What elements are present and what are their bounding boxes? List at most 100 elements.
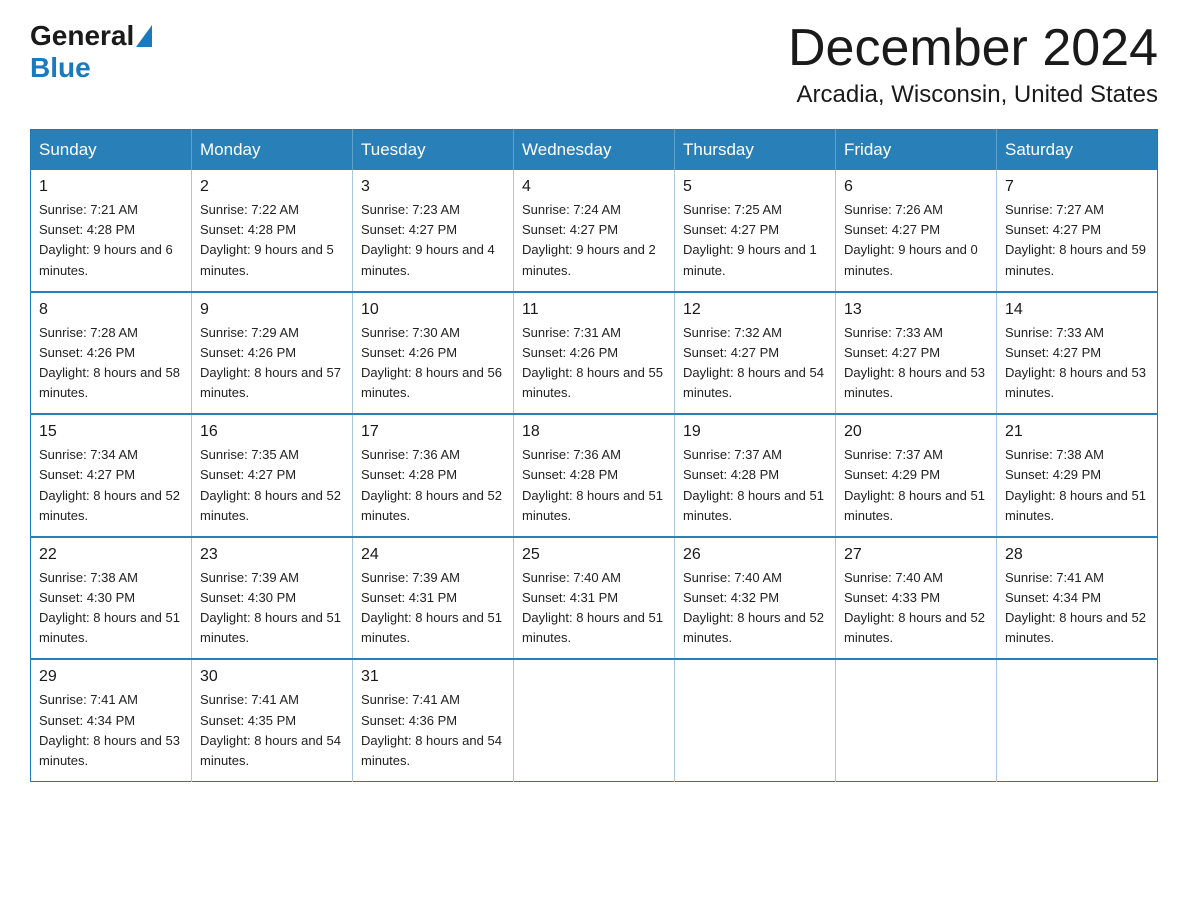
calendar-week-row: 1 Sunrise: 7:21 AMSunset: 4:28 PMDaylight…	[31, 170, 1158, 292]
calendar-body: 1 Sunrise: 7:21 AMSunset: 4:28 PMDaylight…	[31, 170, 1158, 781]
title-group: December 2024 Arcadia, Wisconsin, United…	[788, 20, 1158, 109]
calendar-day-cell: 6 Sunrise: 7:26 AMSunset: 4:27 PMDaylight…	[836, 170, 997, 292]
day-info: Sunrise: 7:22 AMSunset: 4:28 PMDaylight:…	[200, 200, 344, 281]
day-info: Sunrise: 7:24 AMSunset: 4:27 PMDaylight:…	[522, 200, 666, 281]
day-info: Sunrise: 7:36 AMSunset: 4:28 PMDaylight:…	[361, 445, 505, 526]
day-number: 23	[200, 546, 344, 564]
calendar-day-cell	[836, 659, 997, 781]
day-number: 14	[1005, 301, 1149, 319]
day-of-week-header: Tuesday	[353, 130, 514, 171]
day-info: Sunrise: 7:32 AMSunset: 4:27 PMDaylight:…	[683, 323, 827, 404]
calendar-day-cell: 18 Sunrise: 7:36 AMSunset: 4:28 PMDayligh…	[514, 414, 675, 537]
calendar-table: SundayMondayTuesdayWednesdayThursdayFrid…	[30, 129, 1158, 782]
header-row: SundayMondayTuesdayWednesdayThursdayFrid…	[31, 130, 1158, 171]
day-number: 28	[1005, 546, 1149, 564]
day-number: 19	[683, 423, 827, 441]
calendar-day-cell	[675, 659, 836, 781]
day-info: Sunrise: 7:37 AMSunset: 4:28 PMDaylight:…	[683, 445, 827, 526]
day-info: Sunrise: 7:39 AMSunset: 4:30 PMDaylight:…	[200, 568, 344, 649]
day-number: 25	[522, 546, 666, 564]
day-of-week-header: Wednesday	[514, 130, 675, 171]
day-of-week-header: Monday	[192, 130, 353, 171]
day-number: 29	[39, 668, 183, 686]
calendar-day-cell: 22Sunrise: 7:38 AMSunset: 4:30 PMDayligh…	[31, 537, 192, 660]
day-number: 11	[522, 301, 666, 319]
calendar-day-cell: 12 Sunrise: 7:32 AMSunset: 4:27 PMDayligh…	[675, 292, 836, 415]
calendar-day-cell: 24 Sunrise: 7:39 AMSunset: 4:31 PMDayligh…	[353, 537, 514, 660]
day-of-week-header: Sunday	[31, 130, 192, 171]
calendar-day-cell: 1 Sunrise: 7:21 AMSunset: 4:28 PMDaylight…	[31, 170, 192, 292]
day-info: Sunrise: 7:31 AMSunset: 4:26 PMDaylight:…	[522, 323, 666, 404]
day-number: 10	[361, 301, 505, 319]
calendar-day-cell: 17Sunrise: 7:36 AMSunset: 4:28 PMDayligh…	[353, 414, 514, 537]
calendar-day-cell: 28 Sunrise: 7:41 AMSunset: 4:34 PMDayligh…	[997, 537, 1158, 660]
calendar-day-cell: 9Sunrise: 7:29 AMSunset: 4:26 PMDaylight…	[192, 292, 353, 415]
day-number: 2	[200, 178, 344, 196]
day-info: Sunrise: 7:39 AMSunset: 4:31 PMDaylight:…	[361, 568, 505, 649]
logo-general-text: General	[30, 20, 134, 52]
day-of-week-header: Saturday	[997, 130, 1158, 171]
calendar-day-cell: 25 Sunrise: 7:40 AMSunset: 4:31 PMDayligh…	[514, 537, 675, 660]
day-info: Sunrise: 7:41 AMSunset: 4:35 PMDaylight:…	[200, 690, 344, 771]
day-of-week-header: Friday	[836, 130, 997, 171]
day-number: 21	[1005, 423, 1149, 441]
day-number: 6	[844, 178, 988, 196]
day-number: 20	[844, 423, 988, 441]
day-number: 5	[683, 178, 827, 196]
day-info: Sunrise: 7:36 AMSunset: 4:28 PMDaylight:…	[522, 445, 666, 526]
calendar-day-cell: 2 Sunrise: 7:22 AMSunset: 4:28 PMDaylight…	[192, 170, 353, 292]
day-info: Sunrise: 7:29 AMSunset: 4:26 PMDaylight:…	[200, 323, 344, 404]
day-number: 8	[39, 301, 183, 319]
day-info: Sunrise: 7:40 AMSunset: 4:32 PMDaylight:…	[683, 568, 827, 649]
calendar-day-cell: 31Sunrise: 7:41 AMSunset: 4:36 PMDayligh…	[353, 659, 514, 781]
day-info: Sunrise: 7:38 AMSunset: 4:29 PMDaylight:…	[1005, 445, 1149, 526]
day-number: 24	[361, 546, 505, 564]
calendar-day-cell	[997, 659, 1158, 781]
calendar-day-cell: 8 Sunrise: 7:28 AMSunset: 4:26 PMDaylight…	[31, 292, 192, 415]
day-info: Sunrise: 7:41 AMSunset: 4:36 PMDaylight:…	[361, 690, 505, 771]
day-number: 4	[522, 178, 666, 196]
calendar-day-cell: 11 Sunrise: 7:31 AMSunset: 4:26 PMDayligh…	[514, 292, 675, 415]
calendar-day-cell: 30 Sunrise: 7:41 AMSunset: 4:35 PMDayligh…	[192, 659, 353, 781]
day-info: Sunrise: 7:23 AMSunset: 4:27 PMDaylight:…	[361, 200, 505, 281]
calendar-day-cell: 10Sunrise: 7:30 AMSunset: 4:26 PMDayligh…	[353, 292, 514, 415]
day-number: 22	[39, 546, 183, 564]
calendar-day-cell: 26 Sunrise: 7:40 AMSunset: 4:32 PMDayligh…	[675, 537, 836, 660]
day-info: Sunrise: 7:26 AMSunset: 4:27 PMDaylight:…	[844, 200, 988, 281]
day-number: 12	[683, 301, 827, 319]
logo-blue-text: Blue	[30, 52, 152, 84]
day-info: Sunrise: 7:27 AMSunset: 4:27 PMDaylight:…	[1005, 200, 1149, 281]
day-number: 7	[1005, 178, 1149, 196]
day-of-week-header: Thursday	[675, 130, 836, 171]
day-number: 15	[39, 423, 183, 441]
day-info: Sunrise: 7:41 AMSunset: 4:34 PMDaylight:…	[39, 690, 183, 771]
day-number: 26	[683, 546, 827, 564]
calendar-day-cell: 15Sunrise: 7:34 AMSunset: 4:27 PMDayligh…	[31, 414, 192, 537]
calendar-header: SundayMondayTuesdayWednesdayThursdayFrid…	[31, 130, 1158, 171]
day-number: 1	[39, 178, 183, 196]
day-info: Sunrise: 7:37 AMSunset: 4:29 PMDaylight:…	[844, 445, 988, 526]
day-info: Sunrise: 7:21 AMSunset: 4:28 PMDaylight:…	[39, 200, 183, 281]
logo-triangle-icon	[136, 25, 152, 47]
calendar-day-cell: 4 Sunrise: 7:24 AMSunset: 4:27 PMDaylight…	[514, 170, 675, 292]
day-number: 30	[200, 668, 344, 686]
calendar-day-cell: 23 Sunrise: 7:39 AMSunset: 4:30 PMDayligh…	[192, 537, 353, 660]
day-info: Sunrise: 7:28 AMSunset: 4:26 PMDaylight:…	[39, 323, 183, 404]
day-info: Sunrise: 7:41 AMSunset: 4:34 PMDaylight:…	[1005, 568, 1149, 649]
day-info: Sunrise: 7:40 AMSunset: 4:31 PMDaylight:…	[522, 568, 666, 649]
calendar-day-cell: 13Sunrise: 7:33 AMSunset: 4:27 PMDayligh…	[836, 292, 997, 415]
calendar-day-cell: 21 Sunrise: 7:38 AMSunset: 4:29 PMDayligh…	[997, 414, 1158, 537]
calendar-day-cell: 16Sunrise: 7:35 AMSunset: 4:27 PMDayligh…	[192, 414, 353, 537]
calendar-day-cell: 20 Sunrise: 7:37 AMSunset: 4:29 PMDayligh…	[836, 414, 997, 537]
day-info: Sunrise: 7:33 AMSunset: 4:27 PMDaylight:…	[844, 323, 988, 404]
calendar-day-cell: 19 Sunrise: 7:37 AMSunset: 4:28 PMDayligh…	[675, 414, 836, 537]
calendar-day-cell	[514, 659, 675, 781]
page-header: General Blue December 2024 Arcadia, Wisc…	[30, 20, 1158, 109]
calendar-day-cell: 14Sunrise: 7:33 AMSunset: 4:27 PMDayligh…	[997, 292, 1158, 415]
calendar-week-row: 8 Sunrise: 7:28 AMSunset: 4:26 PMDaylight…	[31, 292, 1158, 415]
day-number: 18	[522, 423, 666, 441]
day-info: Sunrise: 7:35 AMSunset: 4:27 PMDaylight:…	[200, 445, 344, 526]
day-number: 3	[361, 178, 505, 196]
logo: General Blue	[30, 20, 152, 84]
day-number: 27	[844, 546, 988, 564]
